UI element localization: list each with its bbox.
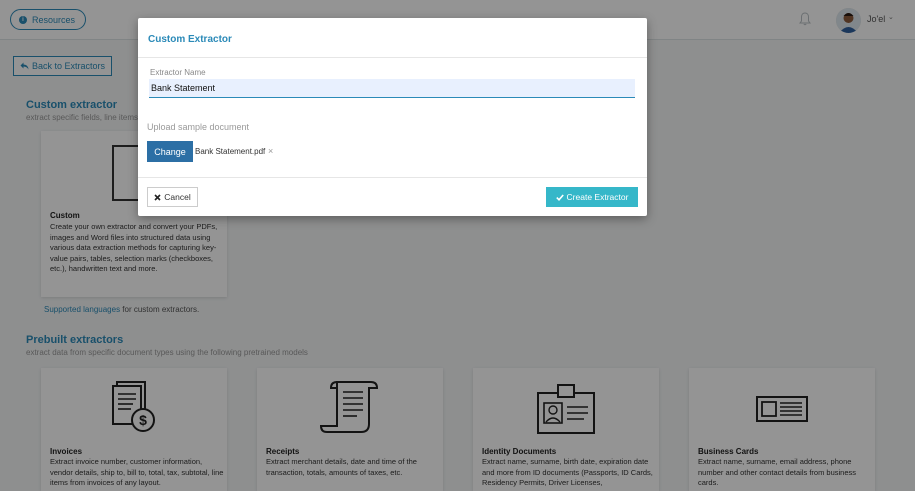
close-icon [154, 193, 161, 201]
upload-sample-label: Upload sample document [147, 122, 250, 132]
create-label: Create Extractor [566, 192, 629, 202]
cancel-button[interactable]: Cancel [147, 187, 198, 207]
modal-divider [138, 57, 647, 58]
check-icon [555, 193, 564, 201]
change-file-button[interactable]: Change [147, 141, 193, 162]
remove-file-icon[interactable]: × [268, 146, 273, 156]
extractor-name-input[interactable] [149, 79, 635, 98]
extractor-name-label: Extractor Name [150, 68, 206, 77]
modal-divider [138, 177, 647, 178]
uploaded-file-name: Bank Statement.pdf [195, 147, 266, 156]
cancel-label: Cancel [164, 192, 191, 202]
create-extractor-button[interactable]: Create Extractor [546, 187, 638, 207]
modal-title: Custom Extractor [148, 34, 232, 45]
custom-extractor-modal: Custom Extractor Extractor Name Upload s… [138, 18, 647, 216]
